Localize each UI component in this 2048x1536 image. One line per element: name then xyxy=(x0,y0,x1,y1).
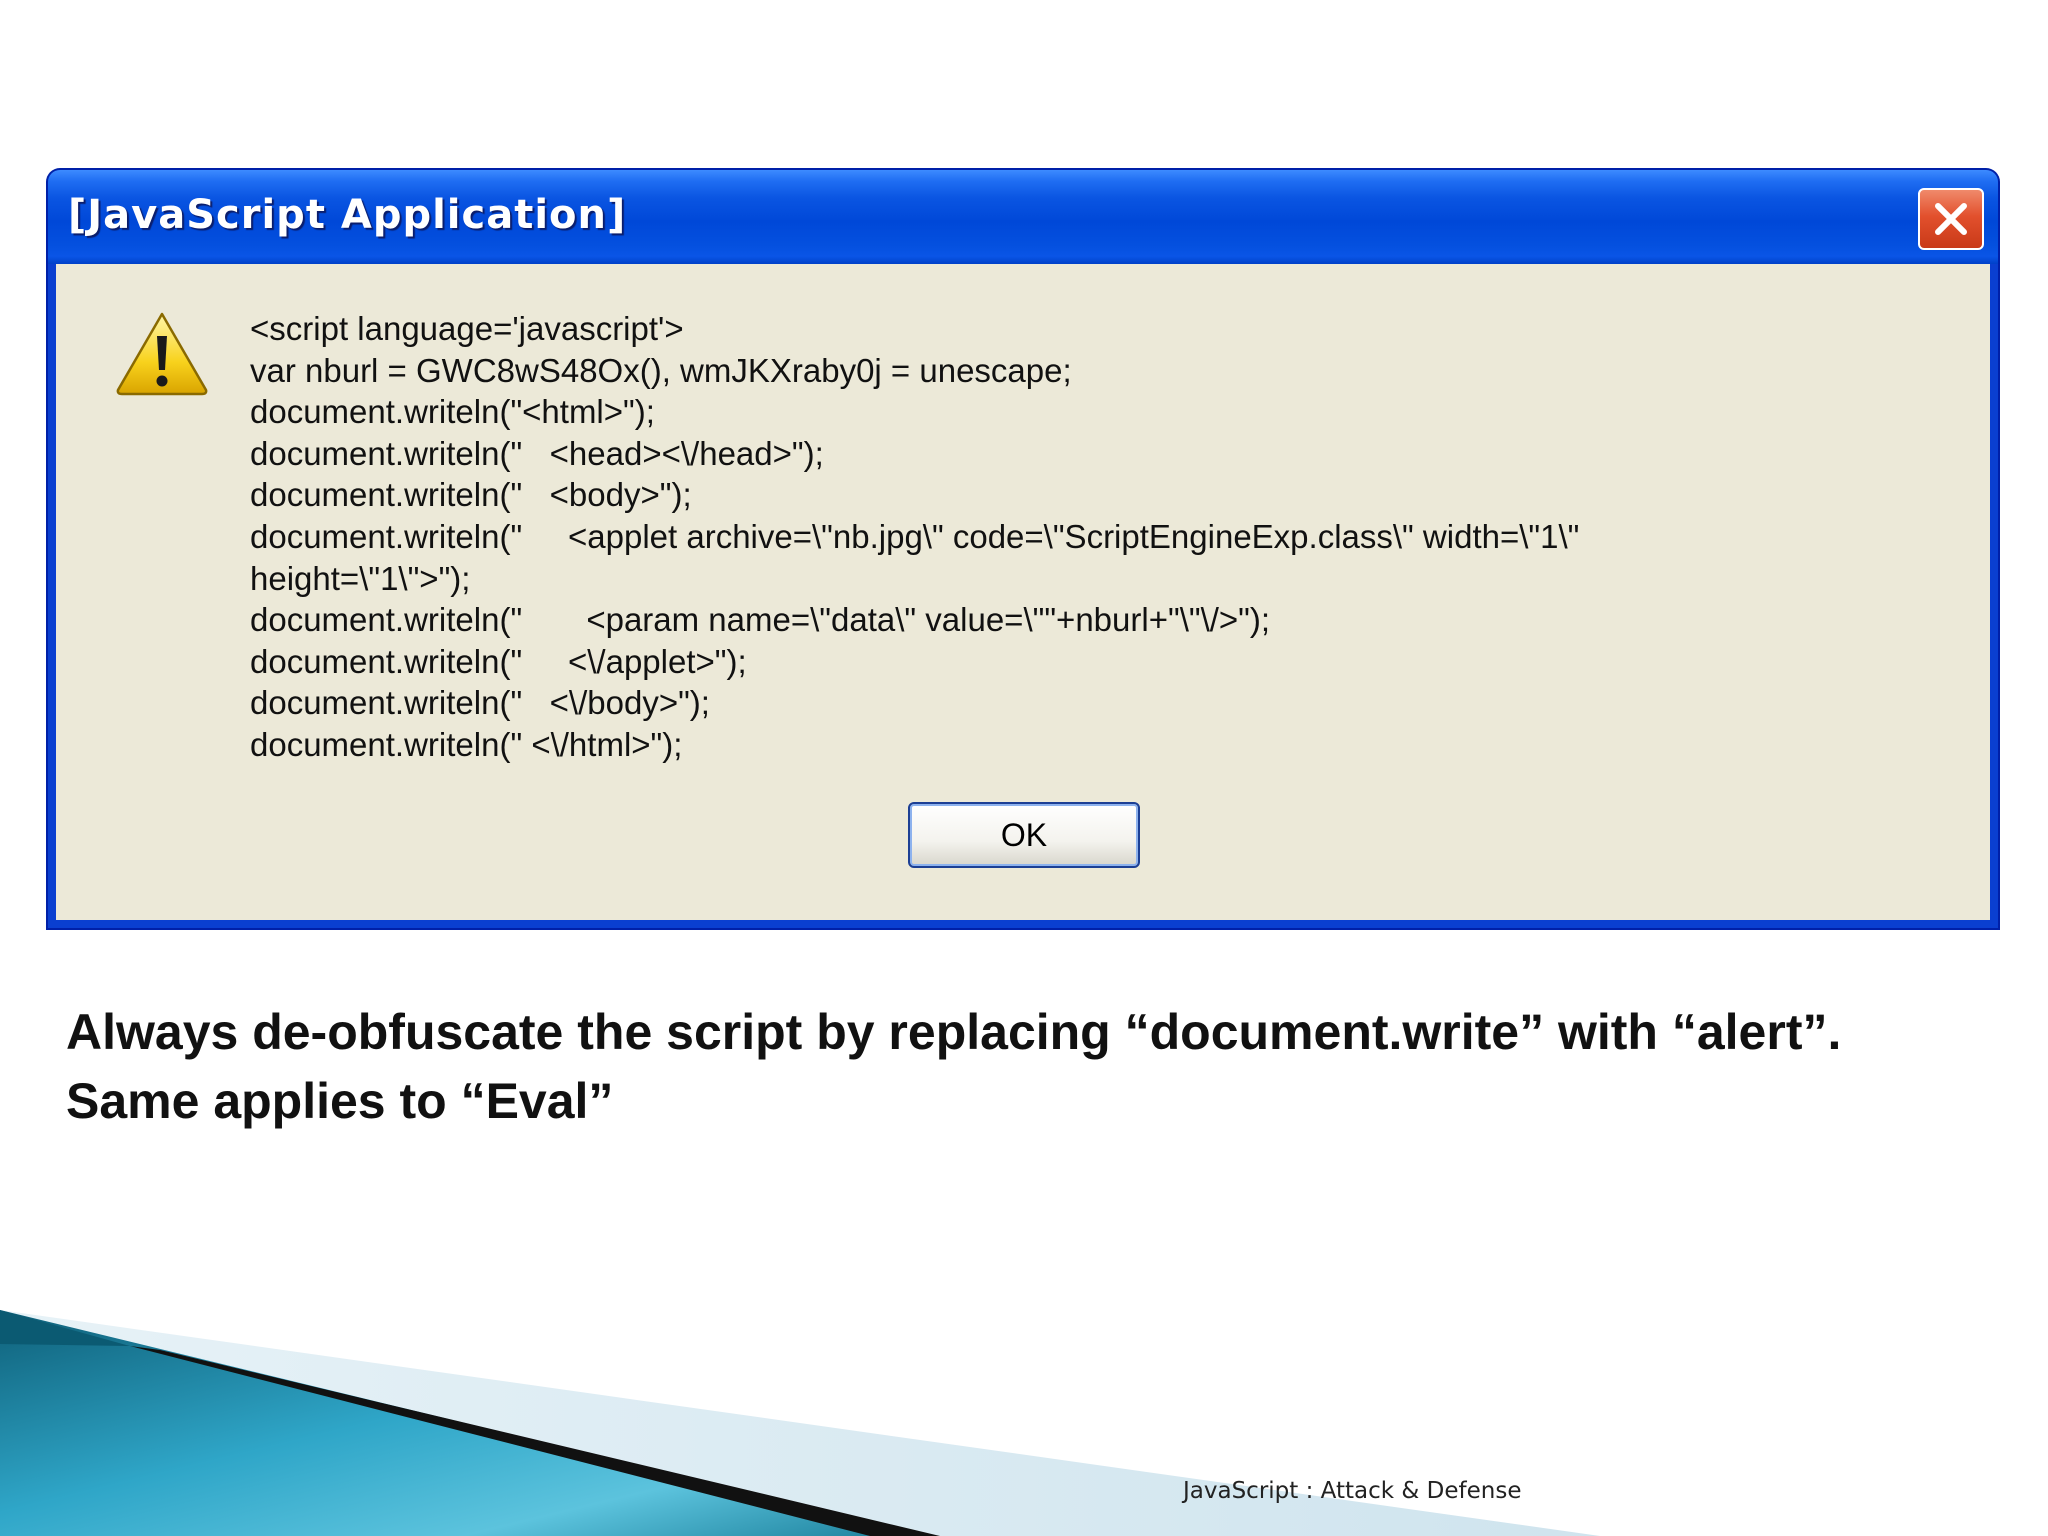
close-icon xyxy=(1935,203,1967,235)
message-text: <script language='javascript'> var nburl… xyxy=(250,308,1870,766)
slide-caption: Always de-obfuscate the script by replac… xyxy=(66,998,1966,1136)
code-line: document.writeln(" <applet archive=\"nb.… xyxy=(250,517,1580,555)
dialog-body: <script language='javascript'> var nburl… xyxy=(56,264,1990,920)
code-line: <script language='javascript'> xyxy=(250,310,684,347)
ok-button[interactable]: OK xyxy=(908,802,1140,868)
footer-text: JavaScript : Attack & Defense xyxy=(1183,1478,1522,1504)
caption-line-1: Always de-obfuscate the script by replac… xyxy=(66,1004,1842,1060)
code-line: document.writeln(" <\/applet>"); xyxy=(250,642,747,680)
code-line: document.writeln(" <\/html>"); xyxy=(250,725,683,763)
caption-line-2: Same applies to “Eval” xyxy=(66,1073,614,1129)
alert-dialog: [JavaScript Application] <script languag… xyxy=(48,170,1998,928)
code-line: document.writeln(" <head><\/head>"); xyxy=(250,434,824,472)
code-line: document.writeln(" <body>"); xyxy=(250,476,692,514)
close-button[interactable] xyxy=(1918,188,1984,250)
dialog-title: [JavaScript Application] xyxy=(68,192,627,238)
warning-icon xyxy=(116,312,208,396)
code-line: document.writeln(" <\/body>"); xyxy=(250,684,710,722)
dialog-titlebar[interactable]: [JavaScript Application] xyxy=(48,170,1998,264)
code-line: height=\"1\">"); xyxy=(250,559,471,597)
code-line: var nburl = GWC8wS48Ox(), wmJKXraby0j = … xyxy=(250,351,1072,389)
code-line: document.writeln(" <param name=\"data\" … xyxy=(250,601,1271,639)
code-line: document.writeln("<html>"); xyxy=(250,393,655,431)
